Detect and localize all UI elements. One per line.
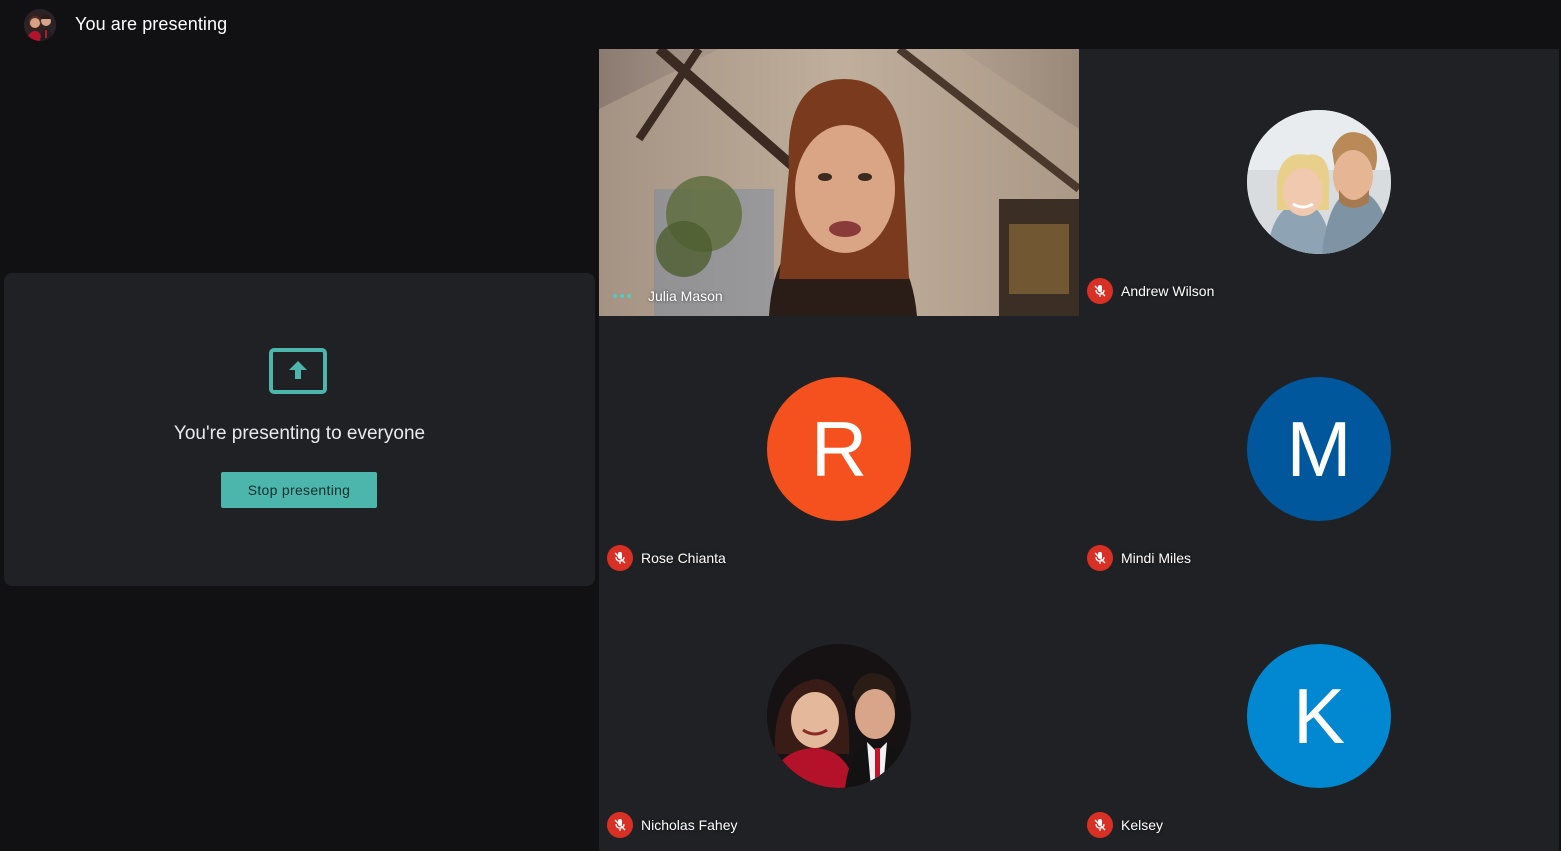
couple-selfie-avatar-icon <box>1247 110 1391 254</box>
participant-name-row: Kelsey <box>1087 812 1163 838</box>
participant-name-row: Nicholas Fahey <box>607 812 738 838</box>
stop-presenting-button[interactable]: Stop presenting <box>221 472 377 508</box>
speaking-indicator-icon <box>613 294 634 298</box>
microphone-off-icon <box>607 545 633 571</box>
microphone-off-icon <box>607 812 633 838</box>
avatar <box>1247 110 1391 254</box>
participant-name: Rose Chianta <box>641 550 726 566</box>
meet-presenting-view: You are presenting You're presenting to … <box>0 0 1561 851</box>
participant-tile-nicholas-fahey[interactable]: Nicholas Fahey <box>599 583 1079 850</box>
couple-photo-avatar-icon <box>24 9 56 41</box>
microphone-off-icon <box>1087 812 1113 838</box>
avatar: M <box>1247 377 1391 521</box>
presenter-avatar <box>24 9 56 41</box>
participant-grid: Julia Mason Andrew Wilson R Rose Chianta… <box>599 49 1559 851</box>
presenting-panel: You're presenting to everyone Stop prese… <box>4 273 595 586</box>
participant-name-row: Andrew Wilson <box>1087 278 1214 304</box>
participant-name: Nicholas Fahey <box>641 817 738 833</box>
present-to-all-icon <box>269 348 327 394</box>
participant-name: Andrew Wilson <box>1121 283 1215 299</box>
avatar: R <box>767 377 911 521</box>
avatar: K <box>1247 644 1391 788</box>
participant-tile-julia-mason[interactable]: Julia Mason <box>599 49 1079 316</box>
participant-name-row: Rose Chianta <box>607 545 726 571</box>
microphone-off-icon <box>1087 545 1113 571</box>
participant-name-row: Mindi Miles <box>1087 545 1191 571</box>
participant-video-feed <box>599 49 1079 316</box>
participant-tile-andrew-wilson[interactable]: Andrew Wilson <box>1079 49 1559 316</box>
participant-name: Kelsey <box>1121 817 1164 833</box>
participant-tile-rose-chianta[interactable]: R Rose Chianta <box>599 316 1079 583</box>
avatar <box>767 644 911 788</box>
microphone-off-icon <box>1087 278 1113 304</box>
participant-name: Mindi Miles <box>1121 550 1192 566</box>
couple-photo-avatar-icon <box>767 644 911 788</box>
participant-name: Julia Mason <box>648 288 723 304</box>
participant-tile-mindi-miles[interactable]: M Mindi Miles <box>1079 316 1559 583</box>
participant-name-row: Julia Mason <box>607 288 723 304</box>
top-bar: You are presenting <box>0 0 1561 48</box>
page-title: You are presenting <box>75 14 228 34</box>
participant-tile-kelsey[interactable]: K Kelsey <box>1079 583 1559 850</box>
presenting-message: You're presenting to everyone <box>173 423 426 444</box>
